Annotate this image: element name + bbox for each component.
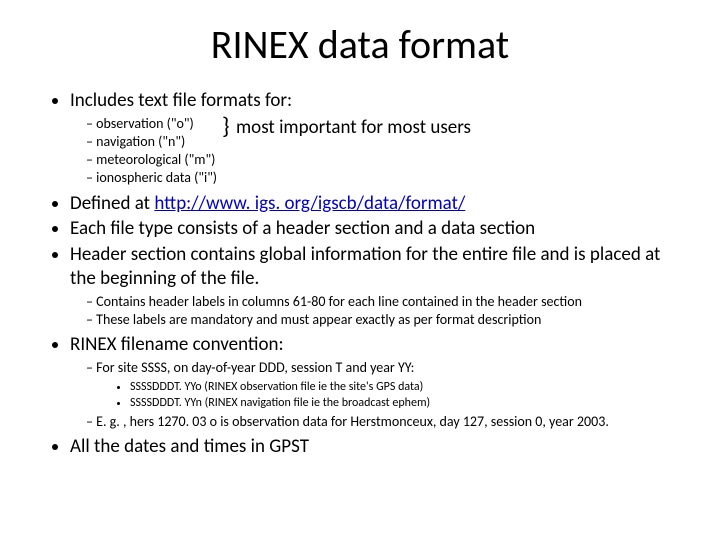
bullet-header-data-text: Each file type consists of a header sect…: [70, 217, 535, 240]
header-sub-columns-text: Contains header labels in columns 61-80 …: [96, 293, 582, 310]
bullet-includes: Includes text file formats for: observat…: [70, 89, 690, 188]
file-type-observation: observation ("o") } most important for m…: [100, 115, 690, 133]
file-type-ionospheric: ionospheric data ("i"): [100, 169, 690, 187]
bullet-filename-convention: RINEX filename convention: For site SSSS…: [70, 333, 690, 432]
header-sub-mandatory: These labels are mandatory and must appe…: [100, 311, 690, 329]
bullet-includes-text: Includes text file formats for:: [70, 89, 292, 112]
bullet-gpst: All the dates and times in GPST: [70, 435, 690, 459]
filename-obs-text: SSSSDDDT. YYo (RINEX observation file ie…: [130, 380, 423, 394]
filename-nav: SSSSDDDT. YYn (RINEX navigation file ie …: [130, 395, 690, 411]
bullet-header-data: Each file type consists of a header sect…: [70, 217, 690, 241]
filename-pattern-list: SSSSDDDT. YYo (RINEX observation file ie…: [100, 379, 690, 411]
file-type-meteorological-text: meteorological ("m"): [96, 151, 215, 168]
igs-format-link[interactable]: http://www. igs. org/igscb/data/format/: [154, 192, 465, 215]
slide-title: RINEX data format: [30, 20, 690, 69]
brace-icon: }: [222, 115, 230, 139]
filename-sublist: For site SSSS, on day-of-year DDD, sessi…: [70, 359, 690, 432]
filename-pattern: For site SSSS, on day-of-year DDD, sessi…: [100, 359, 690, 412]
filename-example: E. g. , hers 1270. 03 o is observation d…: [100, 413, 690, 431]
brace-note: most important for most users: [236, 116, 471, 141]
bullet-defined-at-pre: Defined at: [70, 192, 154, 215]
bullet-gpst-text: All the dates and times in GPST: [70, 435, 309, 458]
filename-obs: SSSSDDDT. YYo (RINEX observation file ie…: [130, 379, 690, 395]
header-sub-columns: Contains header labels in columns 61-80 …: [100, 293, 690, 311]
file-types-list: observation ("o") } most important for m…: [70, 115, 690, 188]
file-type-observation-text: observation ("o"): [96, 115, 194, 132]
bullet-header-section: Header section contains global informati…: [70, 243, 690, 329]
header-sub-mandatory-text: These labels are mandatory and must appe…: [96, 311, 541, 328]
filename-pattern-text: For site SSSS, on day-of-year DDD, sessi…: [96, 359, 414, 376]
bullet-defined-at: Defined at http://www. igs. org/igscb/da…: [70, 192, 690, 216]
body-list: Includes text file formats for: observat…: [30, 89, 690, 459]
slide: RINEX data format Includes text file for…: [0, 20, 720, 560]
filename-nav-text: SSSSDDDT. YYn (RINEX navigation file ie …: [130, 396, 430, 410]
bullet-header-section-text: Header section contains global informati…: [70, 243, 660, 290]
filename-example-text: E. g. , hers 1270. 03 o is observation d…: [96, 413, 609, 430]
bullet-filename-convention-text: RINEX filename convention:: [70, 333, 284, 356]
header-section-sublist: Contains header labels in columns 61-80 …: [70, 293, 690, 329]
file-type-navigation-text: navigation ("n"): [96, 133, 185, 150]
file-type-meteorological: meteorological ("m"): [100, 151, 690, 169]
file-type-ionospheric-text: ionospheric data ("i"): [96, 169, 217, 186]
